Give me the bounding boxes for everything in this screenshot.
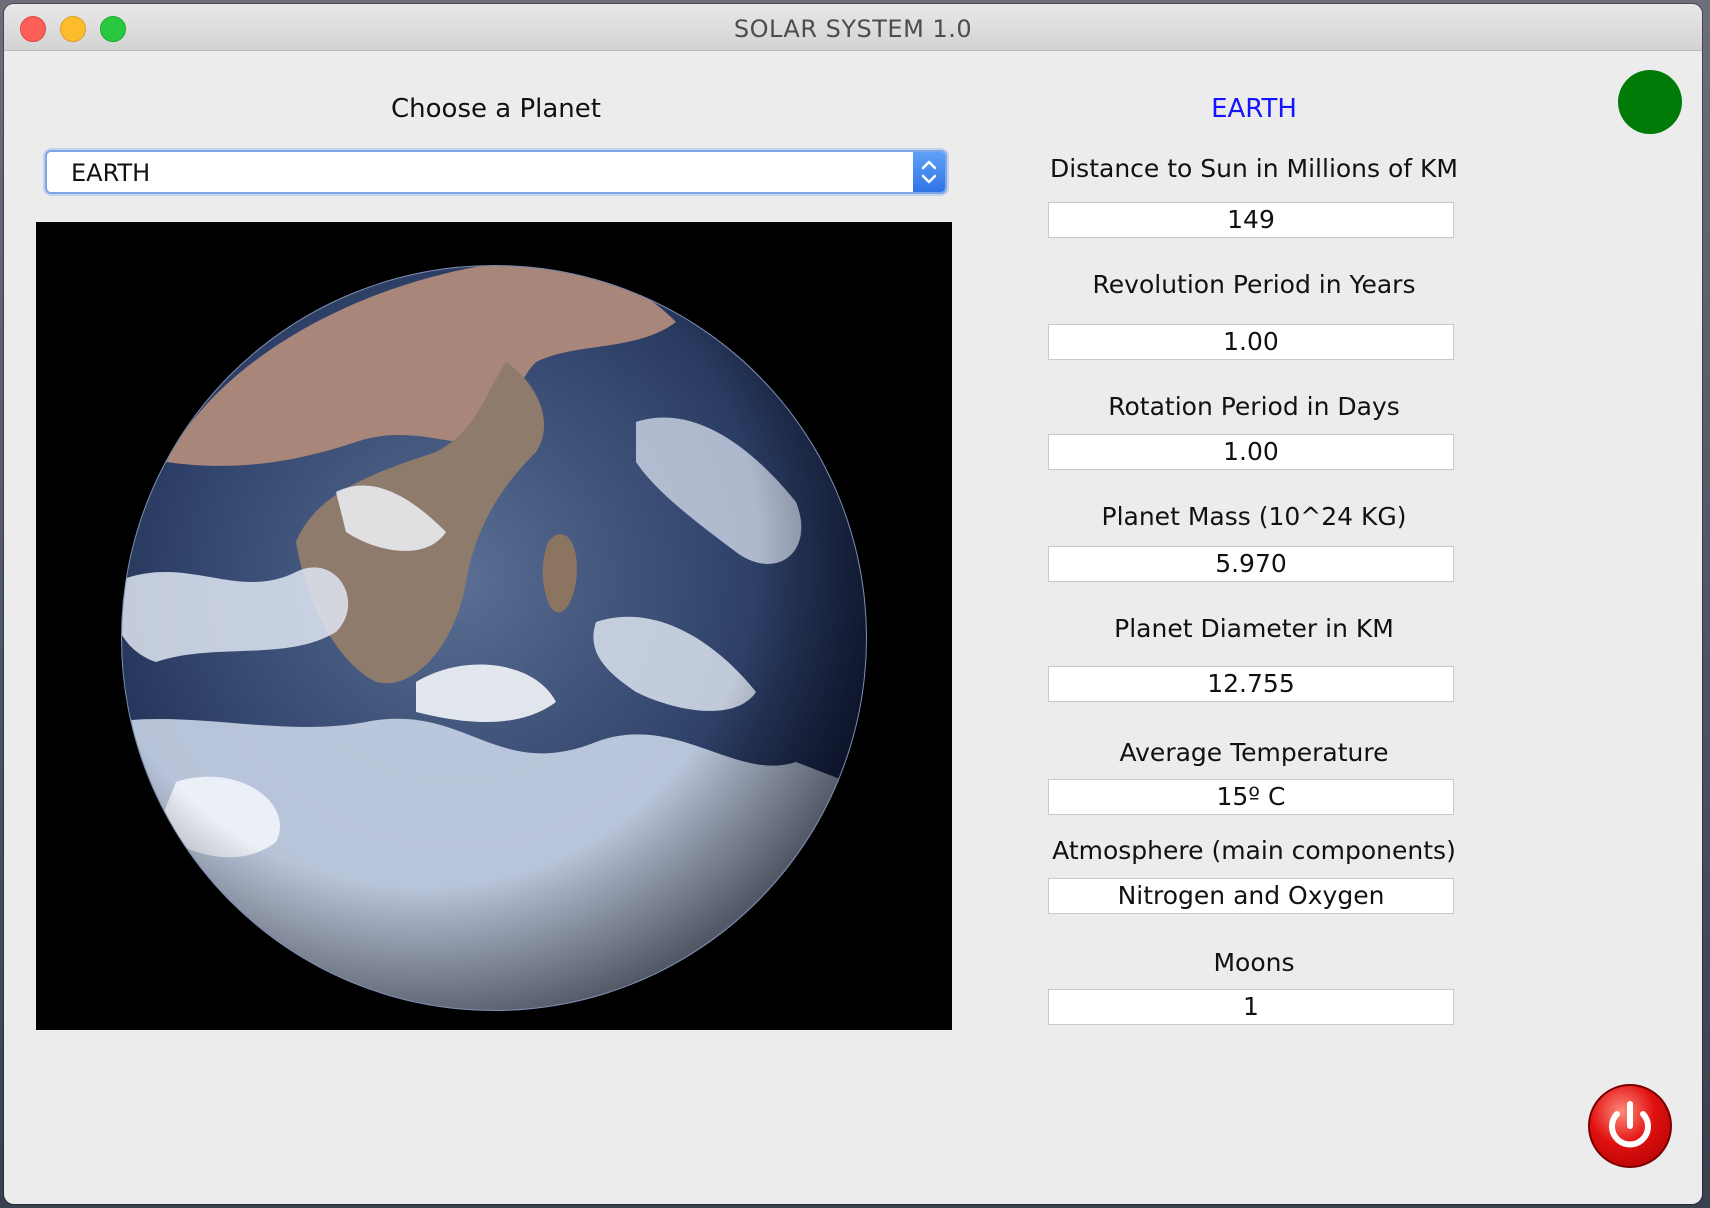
planet-diameter-field[interactable]: 12.755 xyxy=(1048,666,1454,702)
atmosphere-label: Atmosphere (main components) xyxy=(1052,836,1456,865)
rotation-period-label: Rotation Period in Days xyxy=(1108,392,1400,421)
distance-label: Distance to Sun in Millions of KM xyxy=(1049,154,1459,183)
atmosphere-field[interactable]: Nitrogen and Oxygen xyxy=(1048,878,1454,914)
average-temperature-label: Average Temperature xyxy=(1119,738,1389,767)
power-icon xyxy=(1609,1101,1651,1148)
title-bar: SOLAR SYSTEM 1.0 xyxy=(4,4,1702,51)
revolution-period-field[interactable]: 1.00 xyxy=(1048,324,1454,360)
planet-name-heading: EARTH xyxy=(1211,94,1297,124)
chevron-updown-icon[interactable] xyxy=(913,152,945,192)
status-indicator-icon xyxy=(1618,70,1682,134)
app-window: SOLAR SYSTEM 1.0 Choose a Planet EARTH E… xyxy=(4,4,1702,1204)
planet-mass-field[interactable]: 5.970 xyxy=(1048,546,1454,582)
distance-field[interactable]: 149 xyxy=(1048,202,1454,238)
moons-field[interactable]: 1 xyxy=(1048,989,1454,1025)
revolution-period-label: Revolution Period in Years xyxy=(1092,270,1416,299)
planet-select[interactable]: EARTH xyxy=(45,150,947,194)
moons-label: Moons xyxy=(1213,948,1295,977)
planet-image xyxy=(36,222,952,1030)
planet-diameter-label: Planet Diameter in KM xyxy=(1114,614,1394,643)
rotation-period-field[interactable]: 1.00 xyxy=(1048,434,1454,470)
choose-planet-label: Choose a Planet xyxy=(391,94,601,124)
window-title: SOLAR SYSTEM 1.0 xyxy=(733,15,973,43)
planet-select-value: EARTH xyxy=(71,159,151,187)
power-button[interactable] xyxy=(1588,1084,1672,1168)
average-temperature-field[interactable]: 15º C xyxy=(1048,779,1454,815)
planet-mass-label: Planet Mass (10^24 KG) xyxy=(1101,502,1407,531)
